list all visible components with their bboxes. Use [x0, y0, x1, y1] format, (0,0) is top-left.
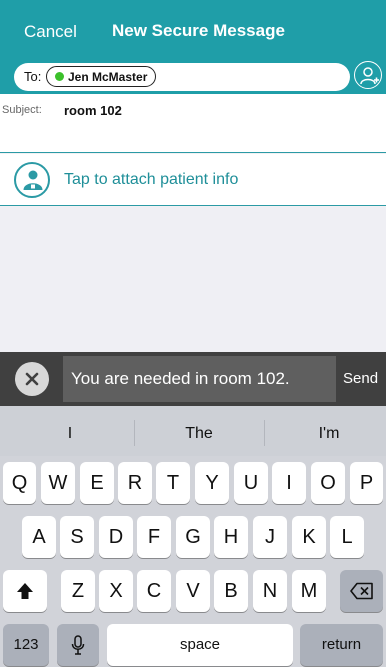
shift-key[interactable] — [3, 570, 47, 612]
key-x[interactable]: X — [99, 570, 133, 612]
dictation-key[interactable] — [57, 624, 99, 666]
send-button[interactable]: Send — [343, 370, 378, 387]
suggestion-item[interactable]: I — [20, 425, 120, 443]
key-u[interactable]: U — [234, 462, 268, 504]
recipients-field[interactable]: To: Jen McMaster — [14, 63, 350, 91]
return-key[interactable]: return — [300, 624, 383, 666]
key-j[interactable]: J — [253, 516, 287, 558]
cancel-button[interactable]: Cancel — [24, 22, 77, 42]
space-key[interactable]: space — [107, 624, 293, 666]
key-a[interactable]: A — [22, 516, 56, 558]
recipient-name: Jen McMaster — [68, 69, 148, 84]
key-r[interactable]: R — [118, 462, 152, 504]
add-person-icon — [360, 67, 379, 85]
subject-value[interactable]: room 102 — [64, 103, 122, 118]
key-h[interactable]: H — [214, 516, 248, 558]
key-f[interactable]: F — [137, 516, 171, 558]
recipient-chip[interactable]: Jen McMaster — [46, 66, 157, 87]
key-n[interactable]: N — [253, 570, 287, 612]
page-title: New Secure Message — [112, 21, 285, 40]
message-body-area — [0, 207, 386, 352]
recipients-bar: To: Jen McMaster — [0, 58, 386, 94]
delete-key[interactable] — [340, 570, 383, 612]
compose-bar: Send — [0, 352, 386, 406]
key-y[interactable]: Y — [195, 462, 229, 504]
key-e[interactable]: E — [80, 462, 114, 504]
key-b[interactable]: B — [214, 570, 248, 612]
message-input[interactable] — [63, 356, 336, 402]
subject-label: Subject: — [2, 104, 42, 116]
to-label: To: — [24, 69, 42, 84]
subject-field[interactable]: Subject: room 102 — [0, 94, 386, 153]
key-s[interactable]: S — [60, 516, 94, 558]
patient-icon — [14, 162, 50, 198]
nav-bar: Cancel New Secure Message — [0, 0, 386, 58]
key-i[interactable]: I — [272, 462, 306, 504]
numbers-key[interactable]: 123 — [3, 624, 49, 666]
key-k[interactable]: K — [292, 516, 326, 558]
key-g[interactable]: G — [176, 516, 210, 558]
suggestion-item[interactable]: I'm — [279, 425, 379, 443]
divider — [264, 420, 265, 446]
key-v[interactable]: V — [176, 570, 210, 612]
key-l[interactable]: L — [330, 516, 364, 558]
microphone-icon — [71, 635, 85, 655]
shift-icon — [17, 583, 33, 599]
suggestion-bar: I The I'm — [0, 406, 386, 456]
keyboard: I The I'm Q W E R T Y U I O P A S D F G … — [0, 406, 386, 667]
key-t[interactable]: T — [156, 462, 190, 504]
close-icon — [25, 372, 39, 386]
key-z[interactable]: Z — [61, 570, 95, 612]
divider — [134, 420, 135, 446]
key-w[interactable]: W — [41, 462, 75, 504]
key-m[interactable]: M — [292, 570, 326, 612]
clear-button[interactable] — [15, 362, 49, 396]
attach-patient-row[interactable]: Tap to attach patient info — [0, 154, 386, 206]
backspace-icon — [349, 582, 373, 600]
suggestion-item[interactable]: The — [149, 425, 249, 443]
add-recipient-button[interactable] — [354, 61, 382, 89]
attach-label: Tap to attach patient info — [64, 171, 239, 188]
online-status-icon — [55, 72, 64, 81]
key-q[interactable]: Q — [3, 462, 36, 504]
key-o[interactable]: O — [311, 462, 345, 504]
key-c[interactable]: C — [137, 570, 171, 612]
key-d[interactable]: D — [99, 516, 133, 558]
key-p[interactable]: P — [350, 462, 383, 504]
